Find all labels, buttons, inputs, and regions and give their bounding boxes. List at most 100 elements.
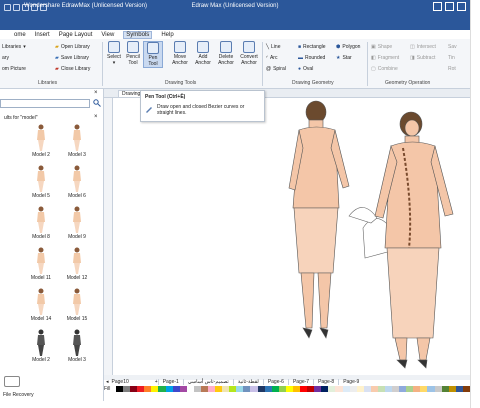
- menu-symbols[interactable]: Symbols: [123, 30, 153, 39]
- color-swatch[interactable]: [314, 386, 322, 392]
- color-swatch[interactable]: [328, 386, 336, 392]
- delete-anchor-tool[interactable]: Delete Anchor: [216, 41, 236, 66]
- color-swatch[interactable]: [229, 386, 237, 392]
- color-swatch[interactable]: [151, 386, 159, 392]
- color-swatch[interactable]: [130, 386, 138, 392]
- fragment-button[interactable]: ◧ Fragment: [371, 55, 399, 61]
- rectangle-button[interactable]: ■ Rectangle: [298, 44, 326, 50]
- color-swatch[interactable]: [200, 386, 209, 392]
- color-swatch[interactable]: [349, 386, 357, 392]
- subtract-button[interactable]: ◨ Subtract: [410, 55, 435, 61]
- color-swatch[interactable]: [116, 386, 124, 392]
- shape-item[interactable]: Model 5: [24, 165, 58, 199]
- close-icon[interactable]: ×: [94, 114, 98, 120]
- arc-button[interactable]: ◜ Arc: [266, 55, 277, 61]
- color-swatch[interactable]: [427, 386, 435, 392]
- color-swatch[interactable]: [335, 386, 343, 392]
- pencil-tool[interactable]: Pencil Tool: [123, 41, 143, 66]
- maximize-button[interactable]: [445, 2, 454, 11]
- shape-button[interactable]: ▣ Shape: [371, 44, 392, 50]
- shape-item[interactable]: Model 8: [24, 206, 58, 240]
- color-swatch[interactable]: [321, 386, 329, 392]
- line-button[interactable]: ╲ Line: [266, 44, 280, 50]
- color-swatch[interactable]: [420, 386, 428, 392]
- color-swatch[interactable]: [356, 386, 364, 392]
- close-window-button[interactable]: [457, 2, 466, 11]
- color-swatch[interactable]: [462, 386, 470, 392]
- color-swatch[interactable]: [399, 386, 407, 392]
- prev-page-icon[interactable]: ◂: [106, 379, 109, 385]
- close-library-button[interactable]: ▰ Close Library: [55, 66, 90, 72]
- search-input[interactable]: [0, 99, 90, 108]
- color-swatch[interactable]: [406, 386, 414, 392]
- color-swatch[interactable]: [144, 386, 152, 392]
- color-swatch[interactable]: [137, 386, 145, 392]
- search-icon[interactable]: [93, 99, 101, 109]
- oval-button[interactable]: ● Oval: [298, 66, 313, 72]
- color-swatch[interactable]: [186, 386, 194, 392]
- add-anchor-tool[interactable]: Add Anchor: [193, 41, 213, 66]
- color-swatch[interactable]: [285, 386, 293, 392]
- shape-item[interactable]: Model 2: [24, 124, 58, 158]
- color-swatch[interactable]: [193, 386, 201, 392]
- page-tab[interactable]: تصميم-تاس أساسي: [182, 379, 233, 385]
- pen-tool[interactable]: Pen Tool: [143, 41, 163, 68]
- color-swatch[interactable]: [370, 386, 378, 392]
- shape-item[interactable]: Model 9: [60, 206, 94, 240]
- shape-item[interactable]: Model 6: [60, 165, 94, 199]
- color-swatch[interactable]: [179, 386, 187, 392]
- save-shape-button[interactable]: Sav: [448, 44, 457, 50]
- color-swatch[interactable]: [413, 386, 421, 392]
- shape-item[interactable]: Model 12: [60, 247, 94, 281]
- combine-button[interactable]: ▢ Combine: [371, 66, 398, 72]
- shape-item[interactable]: Model 3: [60, 329, 94, 363]
- custom-picture-item[interactable]: om Picture: [2, 66, 26, 72]
- shape-item[interactable]: Model 14: [24, 288, 58, 322]
- color-swatch[interactable]: [172, 386, 180, 392]
- open-library-button[interactable]: ▰ Open Library: [55, 44, 90, 50]
- polygon-button[interactable]: ⬢ Polygon: [336, 44, 360, 50]
- drawing-canvas[interactable]: [113, 98, 470, 375]
- menu-view[interactable]: View: [101, 32, 114, 38]
- page-tab[interactable]: Page-9: [338, 379, 363, 385]
- color-swatch[interactable]: [278, 386, 286, 392]
- close-icon[interactable]: ×: [94, 90, 98, 96]
- color-swatch[interactable]: [392, 386, 400, 392]
- libraries-dropdown[interactable]: Libraries ▾: [2, 44, 26, 50]
- color-swatch[interactable]: [363, 386, 371, 392]
- color-swatch[interactable]: [222, 386, 230, 392]
- page-tab[interactable]: Page-8: [313, 379, 338, 385]
- color-swatch[interactable]: [236, 386, 244, 392]
- color-swatch[interactable]: [271, 386, 279, 392]
- color-swatch[interactable]: [448, 386, 456, 392]
- star-button[interactable]: ★ Star: [336, 55, 352, 61]
- shape-item[interactable]: Model 11: [24, 247, 58, 281]
- menu-help[interactable]: Help: [161, 32, 173, 38]
- spiral-button[interactable]: @ Spiral: [266, 66, 286, 72]
- color-swatch[interactable]: [165, 386, 173, 392]
- page-tab[interactable]: Page-7: [287, 379, 313, 385]
- color-swatch[interactable]: [342, 386, 350, 392]
- select-tool[interactable]: Select ▾: [104, 41, 124, 66]
- page-tab[interactable]: Page-6: [262, 379, 288, 385]
- color-swatch[interactable]: [208, 386, 216, 392]
- color-swatch[interactable]: [264, 386, 272, 392]
- color-swatch[interactable]: [434, 386, 442, 392]
- color-swatch[interactable]: [215, 386, 223, 392]
- tint-button[interactable]: Tin: [448, 55, 455, 61]
- color-swatch[interactable]: [377, 386, 385, 392]
- color-swatch[interactable]: [307, 386, 315, 392]
- rounded-button[interactable]: ▬ Rounded: [298, 55, 325, 61]
- page-tab[interactable]: Page-1: [157, 379, 183, 385]
- menu-insert[interactable]: Insert: [35, 32, 50, 38]
- color-swatch[interactable]: [257, 386, 265, 392]
- intersect-button[interactable]: ◫ Intersect: [410, 44, 436, 50]
- color-swatch[interactable]: [292, 386, 301, 392]
- color-swatch[interactable]: [300, 386, 308, 392]
- color-swatch[interactable]: [455, 386, 463, 392]
- shape-item[interactable]: Model 15: [60, 288, 94, 322]
- page-tab[interactable]: لقطة-ثانية: [232, 379, 263, 385]
- menu-page-layout[interactable]: Page Layout: [59, 32, 93, 38]
- menu-home[interactable]: ome: [14, 32, 26, 38]
- convert-anchor-tool[interactable]: Convert Anchor: [239, 41, 259, 66]
